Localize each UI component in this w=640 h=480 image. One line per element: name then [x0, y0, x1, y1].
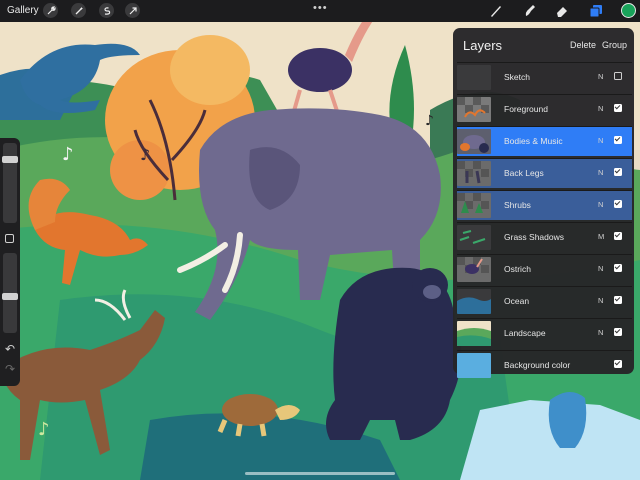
layer-thumbnail[interactable]: [457, 353, 491, 378]
selection-icon[interactable]: [99, 3, 114, 18]
blend-mode-button[interactable]: N: [598, 328, 603, 337]
layer-thumbnail[interactable]: [457, 257, 491, 282]
layer-name: Foreground: [504, 104, 548, 114]
layer-thumbnail[interactable]: [457, 225, 491, 250]
layer-row[interactable]: Grass Shadows M: [457, 222, 632, 252]
magic-wand-icon[interactable]: [71, 3, 86, 18]
layer-row[interactable]: Shrubs N: [457, 190, 632, 220]
layer-thumbnail[interactable]: [457, 65, 491, 90]
gorilla-face: [423, 285, 441, 299]
top-toolbar: Gallery •••: [0, 0, 640, 22]
visibility-checkbox[interactable]: [614, 328, 622, 336]
layer-name: Landscape: [504, 328, 546, 338]
layer-name: Ocean: [504, 296, 530, 306]
smudge-icon[interactable]: [521, 2, 539, 20]
layer-row[interactable]: Landscape N: [457, 318, 632, 348]
layer-name: Bodies & Music: [504, 136, 563, 146]
visibility-checkbox[interactable]: [614, 296, 622, 304]
color-picker-button[interactable]: [621, 3, 636, 18]
layer-thumbnail[interactable]: [457, 97, 491, 122]
visibility-checkbox[interactable]: [614, 232, 622, 240]
layer-row[interactable]: Ocean N: [457, 286, 632, 316]
layer-thumbnail[interactable]: [457, 129, 491, 154]
orange-tree-top: [170, 35, 250, 105]
visibility-checkbox[interactable]: [614, 360, 622, 368]
blend-mode-button[interactable]: N: [598, 200, 603, 209]
blend-mode-button[interactable]: N: [598, 296, 603, 305]
visibility-checkbox[interactable]: [614, 72, 622, 80]
layer-row[interactable]: Sketch N: [457, 62, 632, 92]
layer-row[interactable]: Back Legs N: [457, 158, 632, 188]
wrench-icon[interactable]: [43, 3, 58, 18]
more-options-icon[interactable]: •••: [313, 2, 328, 14]
blend-mode-button[interactable]: N: [598, 264, 603, 273]
layer-row[interactable]: Foreground N: [457, 94, 632, 124]
layers-icon[interactable]: [587, 2, 605, 20]
brush-size-thumb[interactable]: [2, 156, 18, 164]
layer-row[interactable]: Background color: [457, 350, 632, 380]
left-sidebar: ↶ ↷: [0, 138, 20, 386]
delete-button[interactable]: Delete: [570, 40, 596, 50]
home-indicator: [245, 472, 395, 475]
layer-name: Sketch: [504, 72, 530, 82]
modify-button[interactable]: [5, 234, 14, 243]
music-note: ♪: [140, 145, 150, 164]
layer-row[interactable]: Bodies & Music N: [457, 126, 632, 156]
blend-mode-button[interactable]: M: [598, 232, 604, 241]
layer-name: Shrubs: [504, 200, 531, 210]
gallery-button[interactable]: Gallery: [7, 5, 39, 16]
layer-thumbnail[interactable]: [457, 321, 491, 346]
blend-mode-button[interactable]: N: [598, 104, 603, 113]
layer-name: Background color: [504, 360, 571, 370]
visibility-checkbox[interactable]: [614, 136, 622, 144]
visibility-checkbox[interactable]: [614, 104, 622, 112]
transform-arrow-icon[interactable]: [125, 3, 140, 18]
layers-panel: Layers Delete Group Sketch N Foreground N Bo…: [453, 28, 634, 378]
layer-name: Ostrich: [504, 264, 531, 274]
layers-title: Layers: [463, 38, 503, 53]
layer-thumbnail[interactable]: [457, 193, 491, 218]
brush-icon[interactable]: [487, 2, 505, 20]
visibility-checkbox[interactable]: [614, 200, 622, 208]
layer-name: Grass Shadows: [504, 232, 564, 242]
layer-thumbnail[interactable]: [457, 289, 491, 314]
eraser-icon[interactable]: [553, 2, 571, 20]
music-note: ♪: [425, 113, 434, 129]
layer-thumbnail[interactable]: [457, 161, 491, 186]
layer-row[interactable]: Ostrich N: [457, 254, 632, 284]
layer-name: Back Legs: [504, 168, 544, 178]
blend-mode-button[interactable]: N: [598, 136, 603, 145]
opacity-thumb[interactable]: [2, 293, 18, 301]
visibility-checkbox[interactable]: [614, 264, 622, 272]
visibility-checkbox[interactable]: [614, 168, 622, 176]
music-note: ♪: [38, 419, 50, 440]
ostrich-body: [288, 48, 352, 92]
music-note: ♪: [62, 144, 74, 165]
redo-button[interactable]: ↷: [3, 362, 17, 376]
tortoise-shell: [222, 394, 278, 426]
group-button[interactable]: Group: [602, 40, 627, 50]
brush-size-slider[interactable]: [3, 143, 17, 223]
undo-button[interactable]: ↶: [3, 342, 17, 356]
blend-mode-button[interactable]: N: [598, 168, 603, 177]
blend-mode-button[interactable]: N: [598, 72, 603, 81]
